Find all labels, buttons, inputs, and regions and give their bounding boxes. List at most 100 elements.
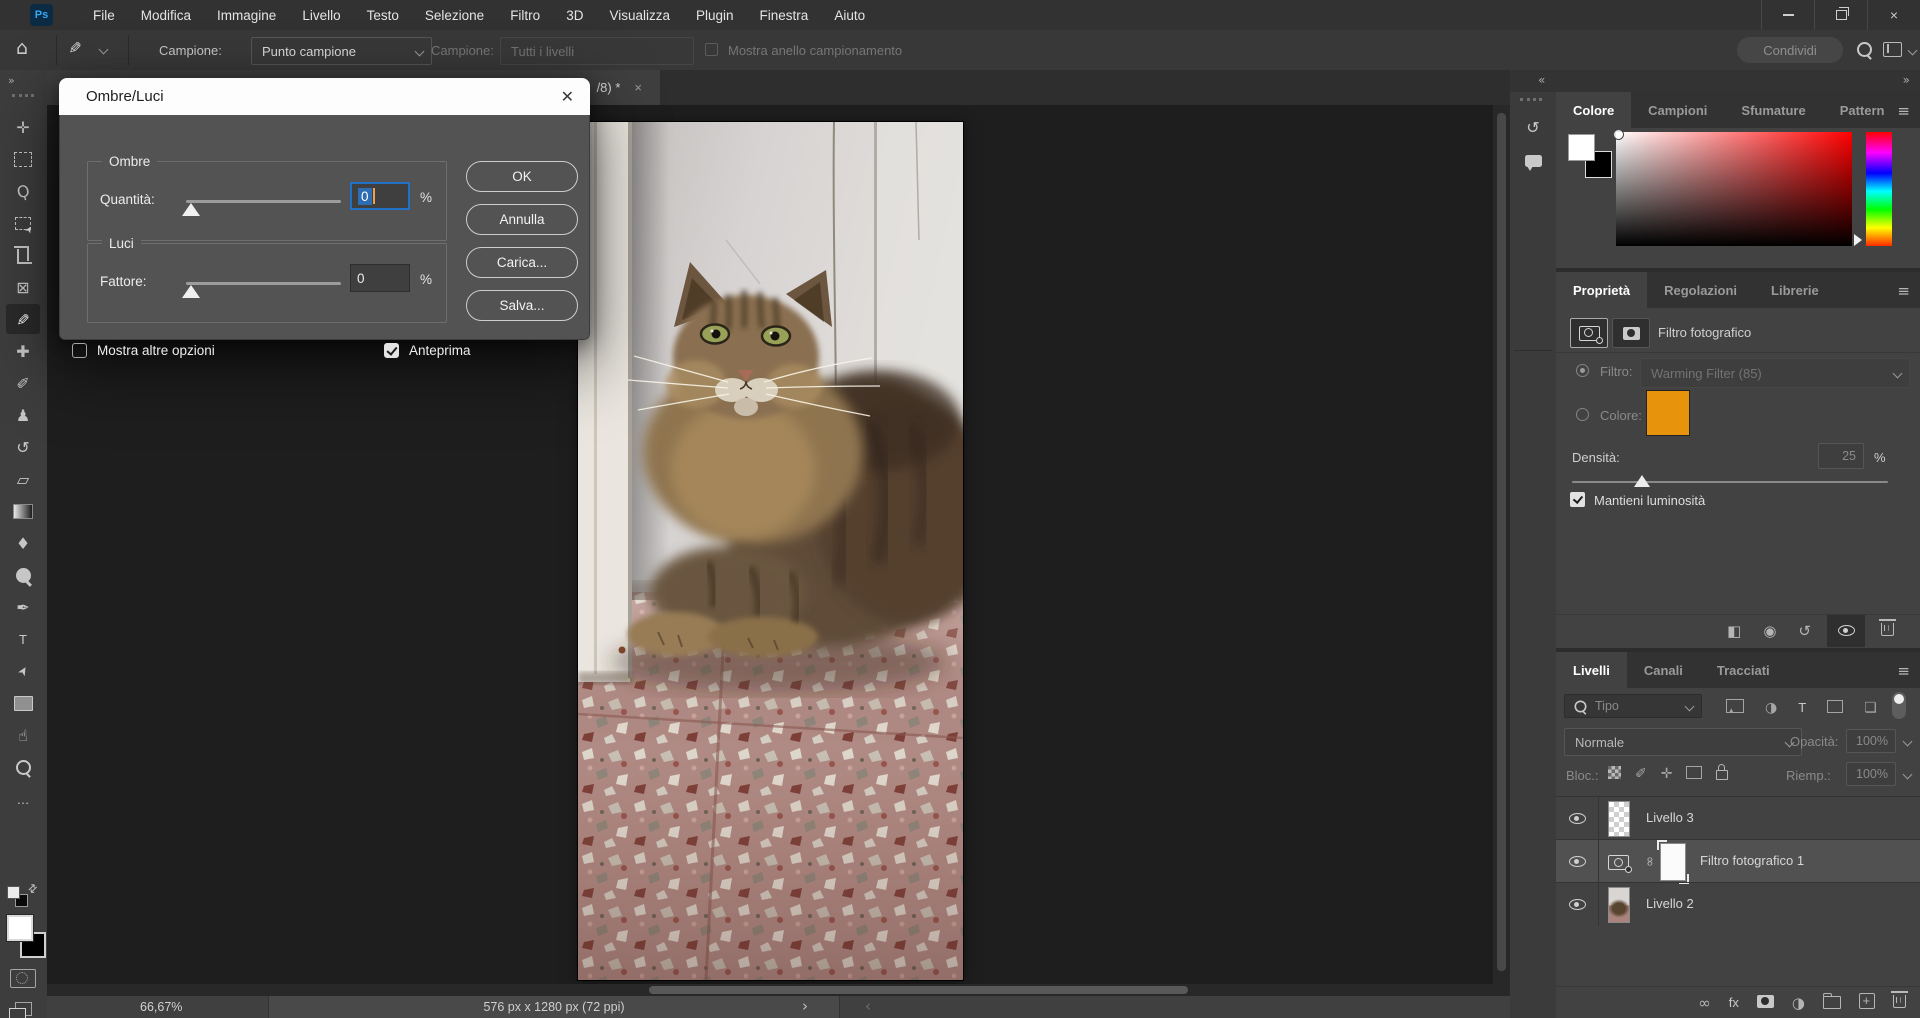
tab-colore[interactable]: Colore [1556,92,1631,128]
tool-lasso[interactable]: Ϙ [6,176,40,206]
layer-visibility-cell[interactable] [1556,840,1599,883]
lock-transparency-button[interactable] [1608,766,1621,782]
color-picker-marker[interactable] [1613,129,1624,140]
tool-hand[interactable]: ☝ [6,720,40,750]
panel-grip[interactable] [1520,98,1542,101]
foreground-color-swatch[interactable] [7,915,33,941]
tool-dodge[interactable] [6,560,40,590]
blend-mode-dropdown[interactable]: Normale [1564,728,1802,756]
hue-slider-thumb[interactable] [1854,234,1862,246]
zoom-level[interactable]: 66,67% [140,1000,182,1014]
tool-frame[interactable]: ⊠ [6,272,40,302]
panel-menu-icon[interactable]: ≡ [1897,282,1910,300]
filter-color-swatch[interactable] [1646,390,1690,436]
mask-icon-button[interactable] [1612,318,1650,348]
horizontal-scrollbar[interactable] [47,984,1493,996]
tool-history-brush[interactable]: ↺ [6,432,40,462]
layer-visibility-cell[interactable] [1556,883,1599,926]
menu-livello[interactable]: Livello [289,0,353,30]
default-colors-icon[interactable] [7,886,20,899]
dialog-close-icon[interactable]: ✕ [561,87,574,106]
shadows-amount-field[interactable]: 0 [350,182,410,210]
panel-menu-icon[interactable]: ≡ [1897,662,1910,680]
reset-button[interactable]: ↺ [1798,622,1811,640]
menu-modifica[interactable]: Modifica [128,0,204,30]
menu-finestra[interactable]: Finestra [747,0,822,30]
layer-thumbnail[interactable] [1608,887,1630,923]
new-group-button[interactable] [1823,993,1841,1012]
tab-librerie[interactable]: Librerie [1754,272,1836,308]
toolbar-grip[interactable] [12,94,34,97]
search-icon[interactable] [1857,42,1872,57]
screen-mode-icon[interactable] [9,1008,26,1018]
minimize-button[interactable] [1761,0,1814,30]
shadows-slider-thumb[interactable] [182,203,200,216]
menu-testo[interactable]: Testo [354,0,412,30]
cancel-button[interactable]: Annulla [466,204,578,235]
preserve-luminosity-checkbox[interactable] [1570,492,1585,507]
tool-spot-healing[interactable]: ✚ [6,336,40,366]
shadows-amount-slider[interactable] [186,200,341,203]
collapse-panels-left-icon[interactable]: « [1538,73,1545,87]
tool-zoom[interactable] [6,752,40,782]
comment-panel-button[interactable] [1518,146,1548,176]
preview-checkbox[interactable] [384,343,399,358]
tool-crop[interactable] [6,240,40,270]
adjustment-layer-filter-button[interactable]: ◑ [1765,700,1777,716]
tool-eyedropper[interactable]: ✎ [6,304,40,334]
shape-layer-filter-button[interactable] [1827,700,1843,716]
tab-tracciati[interactable]: Tracciati [1700,652,1787,688]
menu-3d[interactable]: 3D [553,0,596,30]
new-adjustment-button[interactable]: ◑ [1792,994,1805,1012]
layer-name[interactable]: Livello 3 [1646,810,1694,825]
menu-visualizza[interactable]: Visualizza [596,0,683,30]
chevron-down-icon[interactable] [1908,46,1918,56]
lock-pixels-button[interactable]: ✐ [1635,766,1647,782]
tool-clone-stamp[interactable]: ♟ [6,400,40,430]
layer-row[interactable]: Livello 2 [1556,882,1920,926]
tool-more-tools[interactable]: … [6,784,40,814]
density-slider-thumb[interactable] [1634,475,1650,487]
workspace-icon[interactable] [1883,42,1902,57]
panel-menu-icon[interactable]: ≡ [1897,102,1910,120]
layer-row[interactable]: ∞ Filtro fotografico 1 [1556,839,1920,883]
horizontal-scrollbar-thumb[interactable] [649,986,1188,994]
visibility-button[interactable] [1827,615,1865,647]
visibility-toggle-link-button[interactable]: ◉ [1763,622,1776,640]
highlights-slider-thumb[interactable] [182,285,200,298]
tool-pen[interactable]: ✒ [6,592,40,622]
share-button[interactable]: Condividi [1737,37,1843,63]
tool-gradient[interactable] [6,496,40,526]
layer-filter-toggle[interactable] [1892,692,1906,719]
chevron-down-icon[interactable] [99,45,109,55]
home-icon[interactable]: ⌂ [16,37,28,59]
lock-artboard-button[interactable] [1686,766,1702,782]
layer-filter-search[interactable]: Tipo [1564,694,1702,718]
vertical-scrollbar-thumb[interactable] [1497,113,1506,971]
tab-sfumature[interactable]: Sfumature [1724,92,1822,128]
tool-blur[interactable]: ♦ [6,528,40,558]
layer-name[interactable]: Filtro fotografico 1 [1700,853,1804,868]
layer-row[interactable]: Livello 3 [1556,796,1920,840]
link-layers-button[interactable]: ∞ [1698,994,1711,1012]
new-layer-button[interactable] [1859,993,1875,1012]
tab-livelli[interactable]: Livelli [1556,652,1627,688]
add-mask-button[interactable] [1757,995,1774,1011]
eyedropper-tool-icon[interactable]: ✎ [65,41,84,54]
expand-toolbar-icon[interactable]: » [8,74,14,87]
layer-style-button[interactable]: fx [1729,995,1739,1010]
canvas-image-cat-photo[interactable] [578,122,963,980]
delete-layer-button[interactable] [1893,995,1906,1011]
layer-visibility-cell[interactable] [1556,797,1599,840]
tool-type[interactable]: T [6,624,40,654]
hue-slider[interactable] [1866,132,1892,246]
tool-eraser[interactable]: ▱ [6,464,40,494]
menu-filtro[interactable]: Filtro [497,0,553,30]
menu-aiuto[interactable]: Aiuto [821,0,878,30]
show-more-options-checkbox[interactable] [72,343,87,358]
delete-button[interactable] [1881,623,1894,639]
highlights-amount-field[interactable]: 0 [350,264,410,292]
load-button[interactable]: Carica... [466,247,578,278]
tool-brush[interactable]: ✐ [6,368,40,398]
dialog-titlebar[interactable]: Ombre/Luci ✕ [59,78,590,115]
